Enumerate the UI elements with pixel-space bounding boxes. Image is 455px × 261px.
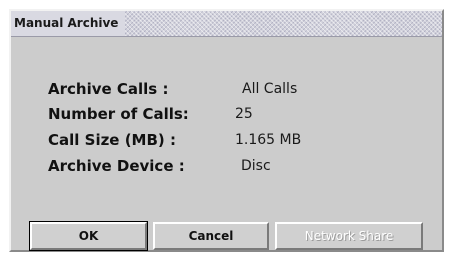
archive-calls-value: All Calls	[242, 81, 298, 97]
number-of-calls-row: Number of Calls: 25	[48, 102, 253, 126]
network-share-button[interactable]: Network Share	[275, 222, 423, 250]
title-bar[interactable]: Manual Archive	[11, 11, 442, 37]
call-size-row: Call Size (MB) : 1.165 MB	[48, 128, 301, 152]
archive-device-value: Disc	[241, 158, 271, 174]
number-of-calls-label: Number of Calls:	[48, 105, 189, 123]
dialog-title: Manual Archive	[11, 11, 126, 36]
call-size-label: Call Size (MB) :	[48, 131, 176, 149]
archive-calls-row: Archive Calls : All Calls	[48, 77, 297, 101]
archive-device-row: Archive Device : Disc	[48, 154, 271, 178]
archive-device-label: Archive Device :	[48, 157, 185, 175]
call-size-value: 1.165 MB	[235, 132, 302, 148]
manual-archive-dialog: Manual Archive Archive Calls : All Calls…	[9, 9, 444, 252]
archive-calls-label: Archive Calls :	[48, 80, 169, 98]
number-of-calls-value: 25	[235, 106, 253, 122]
ok-button[interactable]: OK	[29, 221, 148, 251]
cancel-button[interactable]: Cancel	[153, 222, 269, 250]
